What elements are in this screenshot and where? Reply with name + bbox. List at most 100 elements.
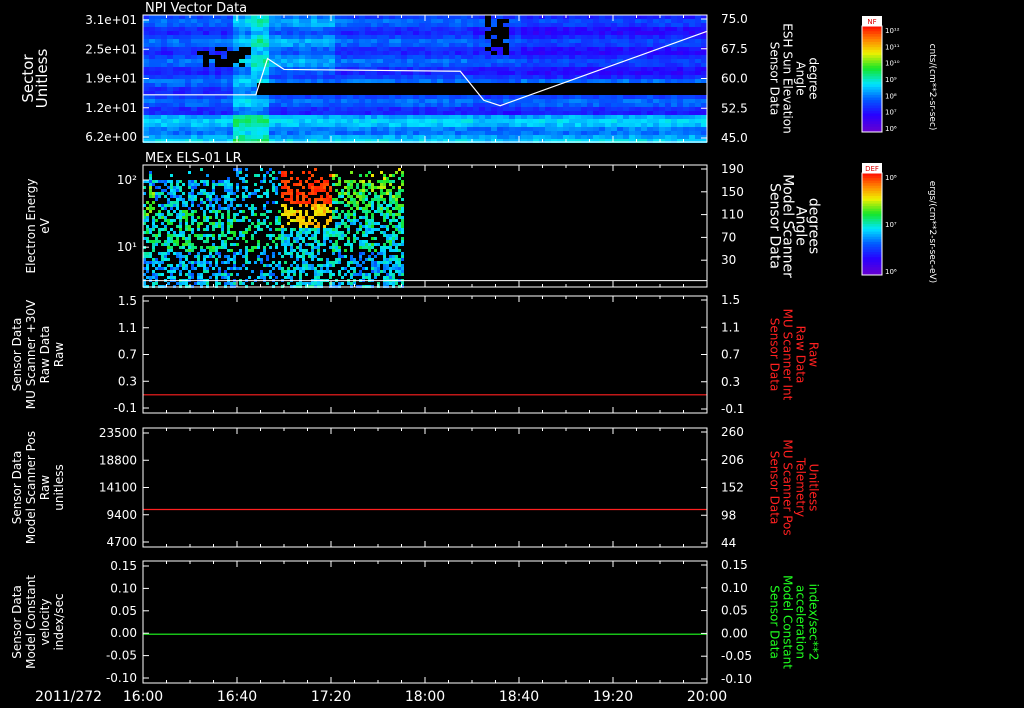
npi-cell (353, 79, 359, 83)
npi-cell (569, 59, 575, 63)
npi-cell (203, 19, 209, 23)
npi-cell (545, 71, 551, 75)
npi-cell (407, 43, 413, 47)
els-cell (386, 282, 389, 285)
npi-cell (179, 27, 185, 31)
els-cell (290, 255, 293, 258)
els-cell (266, 171, 269, 174)
npi-cell (551, 95, 557, 99)
els-cell (329, 210, 332, 213)
npi-cell (485, 115, 491, 119)
npi-cell (167, 55, 173, 59)
npi-cell (569, 23, 575, 27)
npi-cell (593, 55, 599, 59)
npi-cell (677, 87, 683, 91)
els-cell (383, 258, 386, 261)
npi-cell (191, 63, 197, 67)
npi-cell (215, 47, 221, 51)
els-cell (206, 183, 209, 186)
npi-cell (539, 19, 545, 23)
els-cell (191, 267, 194, 270)
npi-cell (155, 87, 161, 91)
els-cell (311, 249, 314, 252)
npi-cell (689, 135, 695, 139)
npi-cell (677, 63, 683, 67)
els-cell (146, 261, 149, 264)
npi-cell (269, 79, 275, 83)
els-cell (212, 186, 215, 189)
npi-cell (287, 95, 293, 99)
npi-cell (695, 103, 701, 107)
els-cell (203, 249, 206, 252)
els-cell (320, 267, 323, 270)
npi-cell (419, 79, 425, 83)
els-cell (371, 201, 374, 204)
npi-cell (233, 31, 239, 35)
npi-cell (275, 127, 281, 131)
npi-cell (149, 99, 155, 103)
npi-cell (701, 131, 707, 135)
npi-cell (653, 91, 659, 95)
els-cell (299, 237, 302, 240)
els-cell (365, 231, 368, 234)
npi-cell (287, 111, 293, 115)
els-cell (272, 267, 275, 270)
els-cell (326, 192, 329, 195)
npi-cell (221, 107, 227, 111)
els-cell (245, 231, 248, 234)
els-cell (281, 237, 284, 240)
npi-cell (665, 103, 671, 107)
npi-cell (557, 99, 563, 103)
els-cell (215, 195, 218, 198)
els-cell (389, 192, 392, 195)
els-cell (398, 261, 401, 264)
els-cell (368, 255, 371, 258)
els-cell (386, 264, 389, 267)
npi-cell (533, 23, 539, 27)
npi-cell (245, 103, 251, 107)
npi-cell (419, 19, 425, 23)
npi-cell (191, 31, 197, 35)
npi-cell (149, 27, 155, 31)
els-cell (371, 198, 374, 201)
els-cell (323, 237, 326, 240)
npi-cell (413, 107, 419, 111)
els-cell (278, 261, 281, 264)
npi-cell (215, 123, 221, 127)
npi-cell (233, 55, 239, 59)
els-cell (179, 180, 182, 183)
els-cell (350, 222, 353, 225)
npi-cell (497, 107, 503, 111)
els-cell (305, 180, 308, 183)
npi-cell (425, 79, 431, 83)
npi-cell (551, 19, 557, 23)
npi-cell (647, 63, 653, 67)
npi-cell (503, 63, 509, 67)
npi-cell (545, 99, 551, 103)
els-cell (263, 213, 266, 216)
els-cell (356, 192, 359, 195)
els-cell (299, 234, 302, 237)
npi-cell (287, 27, 293, 31)
npi-cell (347, 19, 353, 23)
els-cell (179, 222, 182, 225)
npi-cell (503, 127, 509, 131)
els-cell (359, 240, 362, 243)
npi-cell (419, 63, 425, 67)
npi-cell (617, 115, 623, 119)
npi-cell (299, 31, 305, 35)
npi-cell (275, 55, 281, 59)
els-cell (245, 249, 248, 252)
npi-cell (185, 99, 191, 103)
els-cell (245, 174, 248, 177)
npi-cell (431, 79, 437, 83)
els-cell (176, 225, 179, 228)
npi-cell (647, 23, 653, 27)
els-cell (395, 270, 398, 273)
npi-cell (377, 79, 383, 83)
els-cell (167, 240, 170, 243)
npi-cell (143, 43, 149, 47)
npi-cell (581, 59, 587, 63)
npi-cell (455, 47, 461, 51)
els-cell (338, 222, 341, 225)
